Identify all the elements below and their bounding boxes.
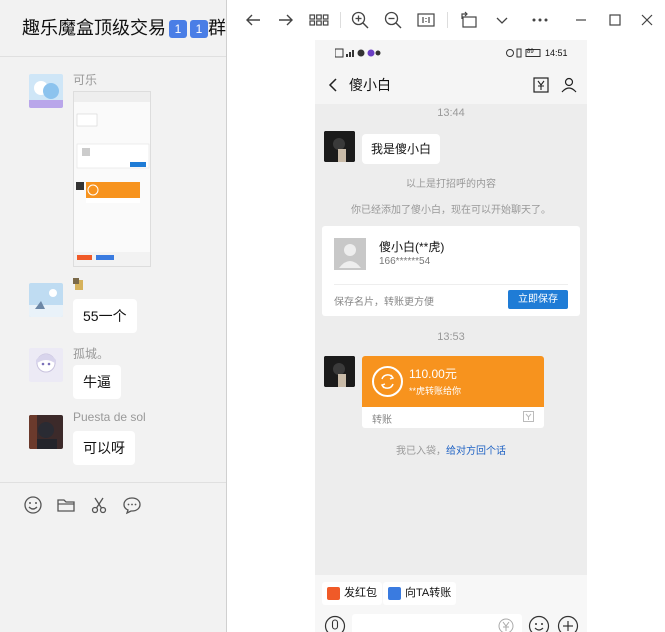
phone-input-bar (315, 612, 587, 632)
group-chat-panel: 趣乐魔盒顶级交易 1 1 群 可乐 55一个 孤城。 牛逼 Puesta de … (0, 0, 226, 632)
grid-icon[interactable] (309, 10, 329, 30)
red-packet-icon (327, 587, 340, 600)
red-packet-button[interactable]: 发红包 (322, 582, 382, 605)
transfer-banner: 110.00元 **虎转账给你 (362, 356, 544, 407)
yuan-icon[interactable] (498, 618, 514, 632)
phone-screenshot: 89 14:51 傻小白 13:44 我是傻小白 以上是打招呼的内容 你已经添加… (315, 40, 587, 632)
group-name-suffix: 群 (208, 18, 226, 38)
back-arrow-icon[interactable] (243, 10, 263, 30)
red-packet-label: 发红包 (344, 587, 377, 599)
phone-status-bar: 89 14:51 (315, 40, 587, 66)
chevron-down-icon[interactable] (492, 10, 512, 30)
toolbar-divider (447, 12, 448, 28)
card-contact-name: 傻小白(**虎) (379, 240, 445, 254)
shared-screenshot-thumbnail[interactable] (73, 91, 151, 267)
transfer-label: 转账 (372, 415, 392, 426)
sender-name: 孤城。 (73, 347, 110, 361)
close-icon[interactable] (637, 10, 657, 30)
timestamp: 13:53 (437, 331, 465, 343)
zoom-in-icon[interactable] (350, 10, 370, 30)
system-notice: 以上是打招呼的内容 (406, 179, 496, 190)
battery-level: 89 (527, 49, 534, 55)
fit-icon[interactable] (416, 10, 436, 30)
sender-badge-icon (73, 278, 85, 295)
transfer-to-ta-button[interactable]: 向TA转账 (383, 582, 457, 605)
save-card-button[interactable]: 立即保存 (508, 290, 568, 309)
quick-actions-bar: 发红包 向TA转账 (315, 575, 587, 615)
message-bubble: 可以呀 (73, 431, 135, 465)
card-hint: 保存名片，转账更方便 (334, 297, 434, 308)
card-phone-number: 166******54 (379, 256, 431, 267)
contact-profile-icon[interactable] (560, 76, 578, 94)
signal-icons (335, 48, 381, 58)
chat-bubble-icon[interactable] (122, 495, 142, 515)
phone-nav-bar: 傻小白 (315, 66, 587, 104)
avatar-gucheng[interactable] (29, 348, 63, 382)
folder-icon[interactable] (56, 495, 76, 515)
transfer-exchange-icon (372, 366, 403, 397)
status-right-icons (506, 48, 541, 58)
scissors-icon[interactable] (89, 495, 109, 515)
avatar-user-2[interactable] (29, 283, 63, 317)
contact-title: 傻小白 (349, 77, 391, 93)
voice-icon[interactable] (324, 615, 346, 632)
sender-name: Puesta de sol (73, 410, 146, 424)
rotate-icon[interactable] (459, 10, 479, 30)
contact-avatar[interactable] (324, 131, 355, 162)
greeting-bubble: 我是傻小白 (362, 134, 441, 164)
card-divider (334, 284, 568, 285)
forward-arrow-icon[interactable] (276, 10, 296, 30)
emoji-icon[interactable] (528, 615, 550, 632)
transfer-to-ta-label: 向TA转账 (405, 587, 452, 599)
minimize-icon[interactable] (571, 10, 591, 30)
maximize-icon[interactable] (605, 10, 625, 30)
reply-link[interactable]: 给对方回个话 (446, 446, 506, 457)
transfer-mark-icon (523, 411, 534, 422)
plus-icon[interactable] (557, 615, 579, 632)
title-badge-2: 1 (190, 20, 208, 38)
avatar-puesta-de-sol[interactable] (29, 415, 63, 449)
image-viewer-window: 89 14:51 傻小白 13:44 我是傻小白 以上是打招呼的内容 你已经添加… (226, 0, 665, 632)
received-text: 我已入袋， (396, 446, 446, 457)
contact-placeholder-avatar (334, 238, 366, 270)
zoom-out-icon[interactable] (383, 10, 403, 30)
contact-avatar[interactable] (324, 356, 355, 387)
status-time: 14:51 (545, 48, 568, 58)
group-name: 趣乐魔盒顶级交易 (22, 18, 166, 38)
transfer-message[interactable]: 110.00元 **虎转账给你 转账 (362, 356, 544, 428)
title-divider (0, 56, 226, 57)
emoji-icon[interactable] (23, 495, 43, 515)
message-input[interactable] (352, 614, 522, 632)
transfer-blue-icon (388, 587, 401, 600)
message-bubble: 55一个 (73, 299, 137, 333)
transfer-sender: **虎转账给你 (409, 386, 462, 396)
transfer-amount: 110.00元 (409, 367, 457, 381)
message-bubble: 牛逼 (73, 365, 121, 399)
viewer-canvas: 89 14:51 傻小白 13:44 我是傻小白 以上是打招呼的内容 你已经添加… (227, 40, 665, 632)
desktop: 趣乐魔盒顶级交易 1 1 群 可乐 55一个 孤城。 牛逼 Puesta de … (0, 0, 665, 632)
avatar-cola[interactable] (29, 74, 63, 108)
contact-card[interactable]: 傻小白(**虎) 166******54 保存名片，转账更方便 立即保存 (322, 226, 580, 316)
back-chevron-icon[interactable] (327, 77, 339, 93)
timestamp: 13:44 (437, 107, 465, 119)
title-badge-1: 1 (169, 20, 187, 38)
viewer-toolbar (227, 0, 665, 40)
more-icon[interactable] (530, 10, 550, 30)
sender-name: 可乐 (73, 73, 98, 87)
received-notice: 我已入袋，给对方回个话 (315, 442, 587, 457)
transfer-yuan-icon[interactable] (532, 76, 550, 94)
toolbar-divider (340, 12, 341, 28)
system-notice: 你已经添加了傻小白，现在可以开始聊天了。 (351, 205, 551, 216)
group-chat-title: 趣乐魔盒顶级交易 1 1 群 (22, 14, 226, 40)
chat-input-toolbar (0, 482, 226, 632)
